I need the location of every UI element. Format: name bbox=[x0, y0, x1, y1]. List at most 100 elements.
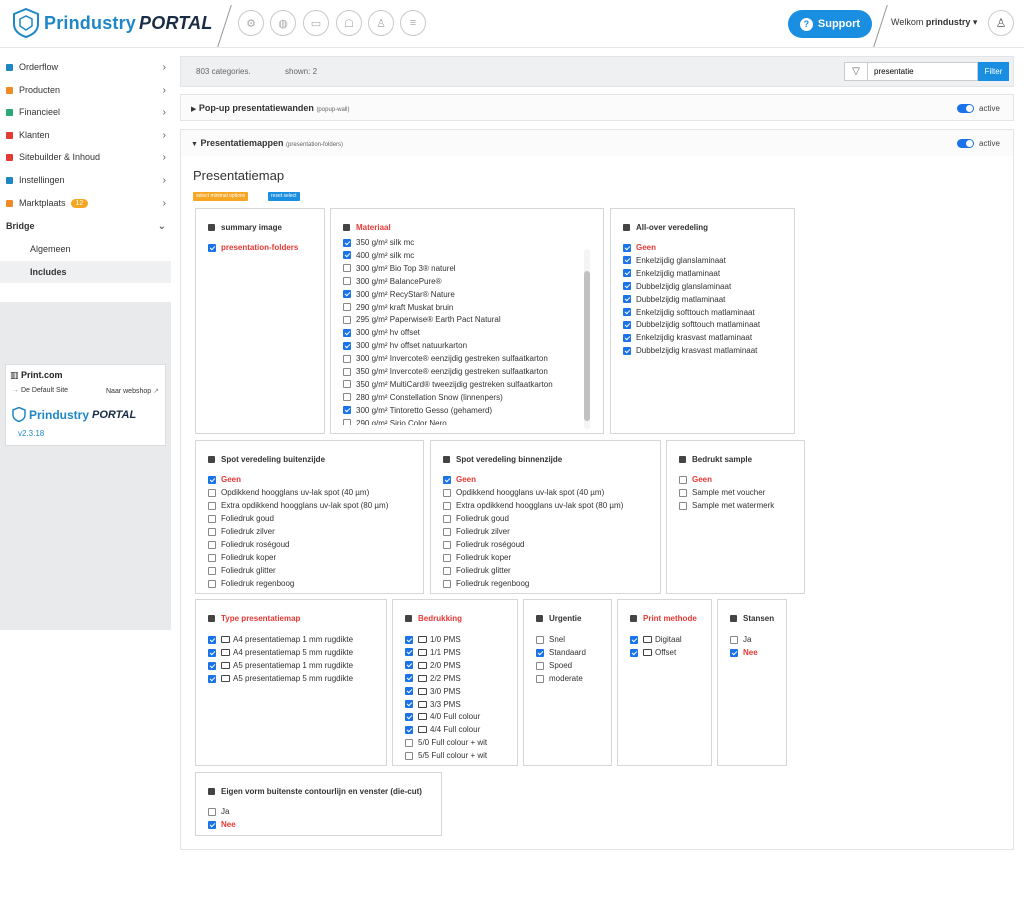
option-item[interactable]: Ja bbox=[730, 633, 751, 646]
checkbox[interactable] bbox=[208, 579, 216, 588]
checkbox[interactable] bbox=[405, 738, 413, 747]
sidebar-item-marktplaats[interactable]: Marktplaats 12 › bbox=[0, 192, 171, 214]
checkbox[interactable] bbox=[405, 725, 413, 734]
option-item[interactable]: Foliedruk koper bbox=[443, 551, 511, 564]
checkbox[interactable] bbox=[623, 269, 631, 278]
option-item[interactable]: 290 g/m² kraft Muskat bruin bbox=[343, 301, 453, 314]
option-item[interactable]: Dubbelzijdig softtouch matlaminaat bbox=[623, 318, 760, 331]
checkbox[interactable] bbox=[443, 579, 451, 588]
option-item[interactable]: Geen bbox=[208, 473, 241, 486]
checkbox[interactable] bbox=[679, 488, 687, 497]
option-item[interactable]: Dubbelzijdig krasvast matlaminaat bbox=[623, 344, 757, 357]
user-menu[interactable]: Welkom prindustry ▾ bbox=[891, 17, 977, 28]
checkbox[interactable] bbox=[405, 661, 413, 670]
option-item[interactable]: 295 g/m² Paperwise® Earth Pact Natural bbox=[343, 313, 501, 326]
checkbox[interactable] bbox=[623, 333, 631, 342]
checkbox[interactable] bbox=[343, 419, 351, 425]
checkbox[interactable] bbox=[208, 807, 216, 816]
checkbox[interactable] bbox=[443, 488, 451, 497]
option-item[interactable]: 4/4 Full colour bbox=[405, 723, 480, 736]
sidebar-item-orderflow[interactable]: Orderflow › bbox=[0, 56, 171, 78]
database-icon[interactable]: ≡ bbox=[400, 10, 426, 36]
checkbox[interactable] bbox=[343, 251, 351, 260]
option-item[interactable]: Foliedruk roségoud bbox=[208, 538, 289, 551]
checkbox[interactable] bbox=[208, 514, 216, 523]
option-item[interactable]: Geen bbox=[443, 473, 476, 486]
option-item[interactable]: Foliedruk glitter bbox=[443, 564, 511, 577]
checkbox[interactable] bbox=[730, 635, 738, 644]
option-item[interactable]: 5/5 Full colour + wit bbox=[405, 749, 487, 762]
checkbox[interactable] bbox=[208, 501, 216, 510]
checkbox[interactable] bbox=[208, 488, 216, 497]
search-input[interactable] bbox=[868, 62, 978, 81]
option-item[interactable]: Enkelzijdig matlaminaat bbox=[623, 267, 720, 280]
globe-icon[interactable]: ◍ bbox=[270, 10, 296, 36]
option-item[interactable]: Sample met watermerk bbox=[679, 499, 774, 512]
option-item[interactable]: 300 g/m² hv offset bbox=[343, 326, 420, 339]
checkbox[interactable] bbox=[536, 661, 544, 670]
option-item[interactable]: 3/0 PMS bbox=[405, 685, 461, 698]
option-item[interactable]: 300 g/m² Bio Top 3® naturel bbox=[343, 262, 456, 275]
option-item[interactable]: A5 presentatiemap 1 mm rugdikte bbox=[208, 659, 353, 672]
scrollbar-thumb[interactable] bbox=[584, 271, 590, 421]
checkbox[interactable] bbox=[536, 648, 544, 657]
checkbox[interactable] bbox=[623, 256, 631, 265]
filter-button[interactable]: Filter bbox=[978, 62, 1009, 81]
option-item[interactable]: 3/3 PMS bbox=[405, 698, 461, 711]
sidebar-item-producten[interactable]: Producten › bbox=[0, 79, 171, 101]
option-item[interactable]: Foliedruk roségoud bbox=[443, 538, 524, 551]
user-avatar-icon[interactable]: ♙ bbox=[988, 10, 1014, 36]
accordion-presentation-folders[interactable]: ▼ Presentatiemappen (presentation-folder… bbox=[180, 129, 1014, 157]
checkbox[interactable] bbox=[443, 566, 451, 575]
app-logo[interactable]: Prindustry PORTAL bbox=[12, 8, 213, 38]
option-item[interactable]: Offset bbox=[630, 646, 676, 659]
checkbox[interactable] bbox=[343, 367, 351, 376]
option-item[interactable]: Enkelzijdig glanslaminaat bbox=[623, 254, 726, 267]
checkbox[interactable] bbox=[208, 566, 216, 575]
checkbox[interactable] bbox=[443, 527, 451, 536]
checkbox[interactable] bbox=[343, 303, 351, 311]
option-item[interactable]: Geen bbox=[623, 241, 656, 254]
option-item[interactable]: A4 presentatiemap 5 mm rugdikte bbox=[208, 646, 353, 659]
option-item[interactable]: 350 g/m² Invercote® eenzijdig gestreken … bbox=[343, 365, 548, 378]
checkbox[interactable] bbox=[208, 527, 216, 536]
book-icon[interactable]: ▭ bbox=[303, 10, 329, 36]
option-item[interactable]: Foliedruk koper bbox=[208, 551, 276, 564]
checkbox[interactable] bbox=[208, 648, 216, 657]
option-item[interactable]: Opdikkend hoogglans uv-lak spot (40 µm) bbox=[208, 486, 369, 499]
option-item[interactable]: 1/1 PMS bbox=[405, 646, 461, 659]
option-item[interactable]: Extra opdikkend hoogglans uv-lak spot (8… bbox=[208, 499, 388, 512]
sidebar-item-instellingen[interactable]: Instellingen › bbox=[0, 169, 171, 191]
checkbox[interactable] bbox=[730, 648, 738, 657]
option-item[interactable]: 350 g/m² MultiCard® tweezijdig gestreken… bbox=[343, 378, 553, 391]
option-item[interactable]: Geen bbox=[679, 473, 712, 486]
checkbox[interactable] bbox=[405, 674, 413, 683]
checkbox[interactable] bbox=[208, 661, 216, 670]
checkbox[interactable] bbox=[343, 341, 351, 350]
active-toggle[interactable] bbox=[957, 139, 974, 148]
checkbox[interactable] bbox=[208, 553, 216, 562]
checkbox[interactable] bbox=[630, 635, 638, 644]
option-item[interactable]: Dubbelzijdig matlaminaat bbox=[623, 293, 725, 306]
option-item[interactable]: Standaard bbox=[536, 646, 586, 659]
checkbox[interactable] bbox=[623, 320, 631, 329]
checkbox[interactable] bbox=[208, 635, 216, 644]
option-item[interactable]: Sample met voucher bbox=[679, 486, 765, 499]
checkbox[interactable] bbox=[443, 553, 451, 562]
checkbox[interactable] bbox=[623, 308, 631, 316]
checkbox[interactable] bbox=[536, 674, 544, 683]
checkbox[interactable] bbox=[208, 475, 216, 484]
checkbox[interactable] bbox=[343, 290, 351, 299]
checkbox[interactable] bbox=[679, 475, 687, 484]
checkbox[interactable] bbox=[405, 648, 413, 657]
checkbox[interactable] bbox=[630, 648, 638, 657]
checkbox[interactable] bbox=[405, 635, 413, 644]
sidebar-subitem-includes[interactable]: Includes bbox=[0, 261, 171, 283]
checkbox[interactable] bbox=[623, 346, 631, 355]
sidebar-item-sitebuilder[interactable]: Sitebuilder & Inhoud › bbox=[0, 146, 171, 168]
option-item[interactable]: Snel bbox=[536, 633, 565, 646]
checkbox[interactable] bbox=[443, 540, 451, 549]
checkbox[interactable] bbox=[405, 687, 413, 696]
option-item[interactable]: 400 g/m² silk mc bbox=[343, 249, 414, 262]
option-item[interactable]: moderate bbox=[536, 672, 583, 685]
